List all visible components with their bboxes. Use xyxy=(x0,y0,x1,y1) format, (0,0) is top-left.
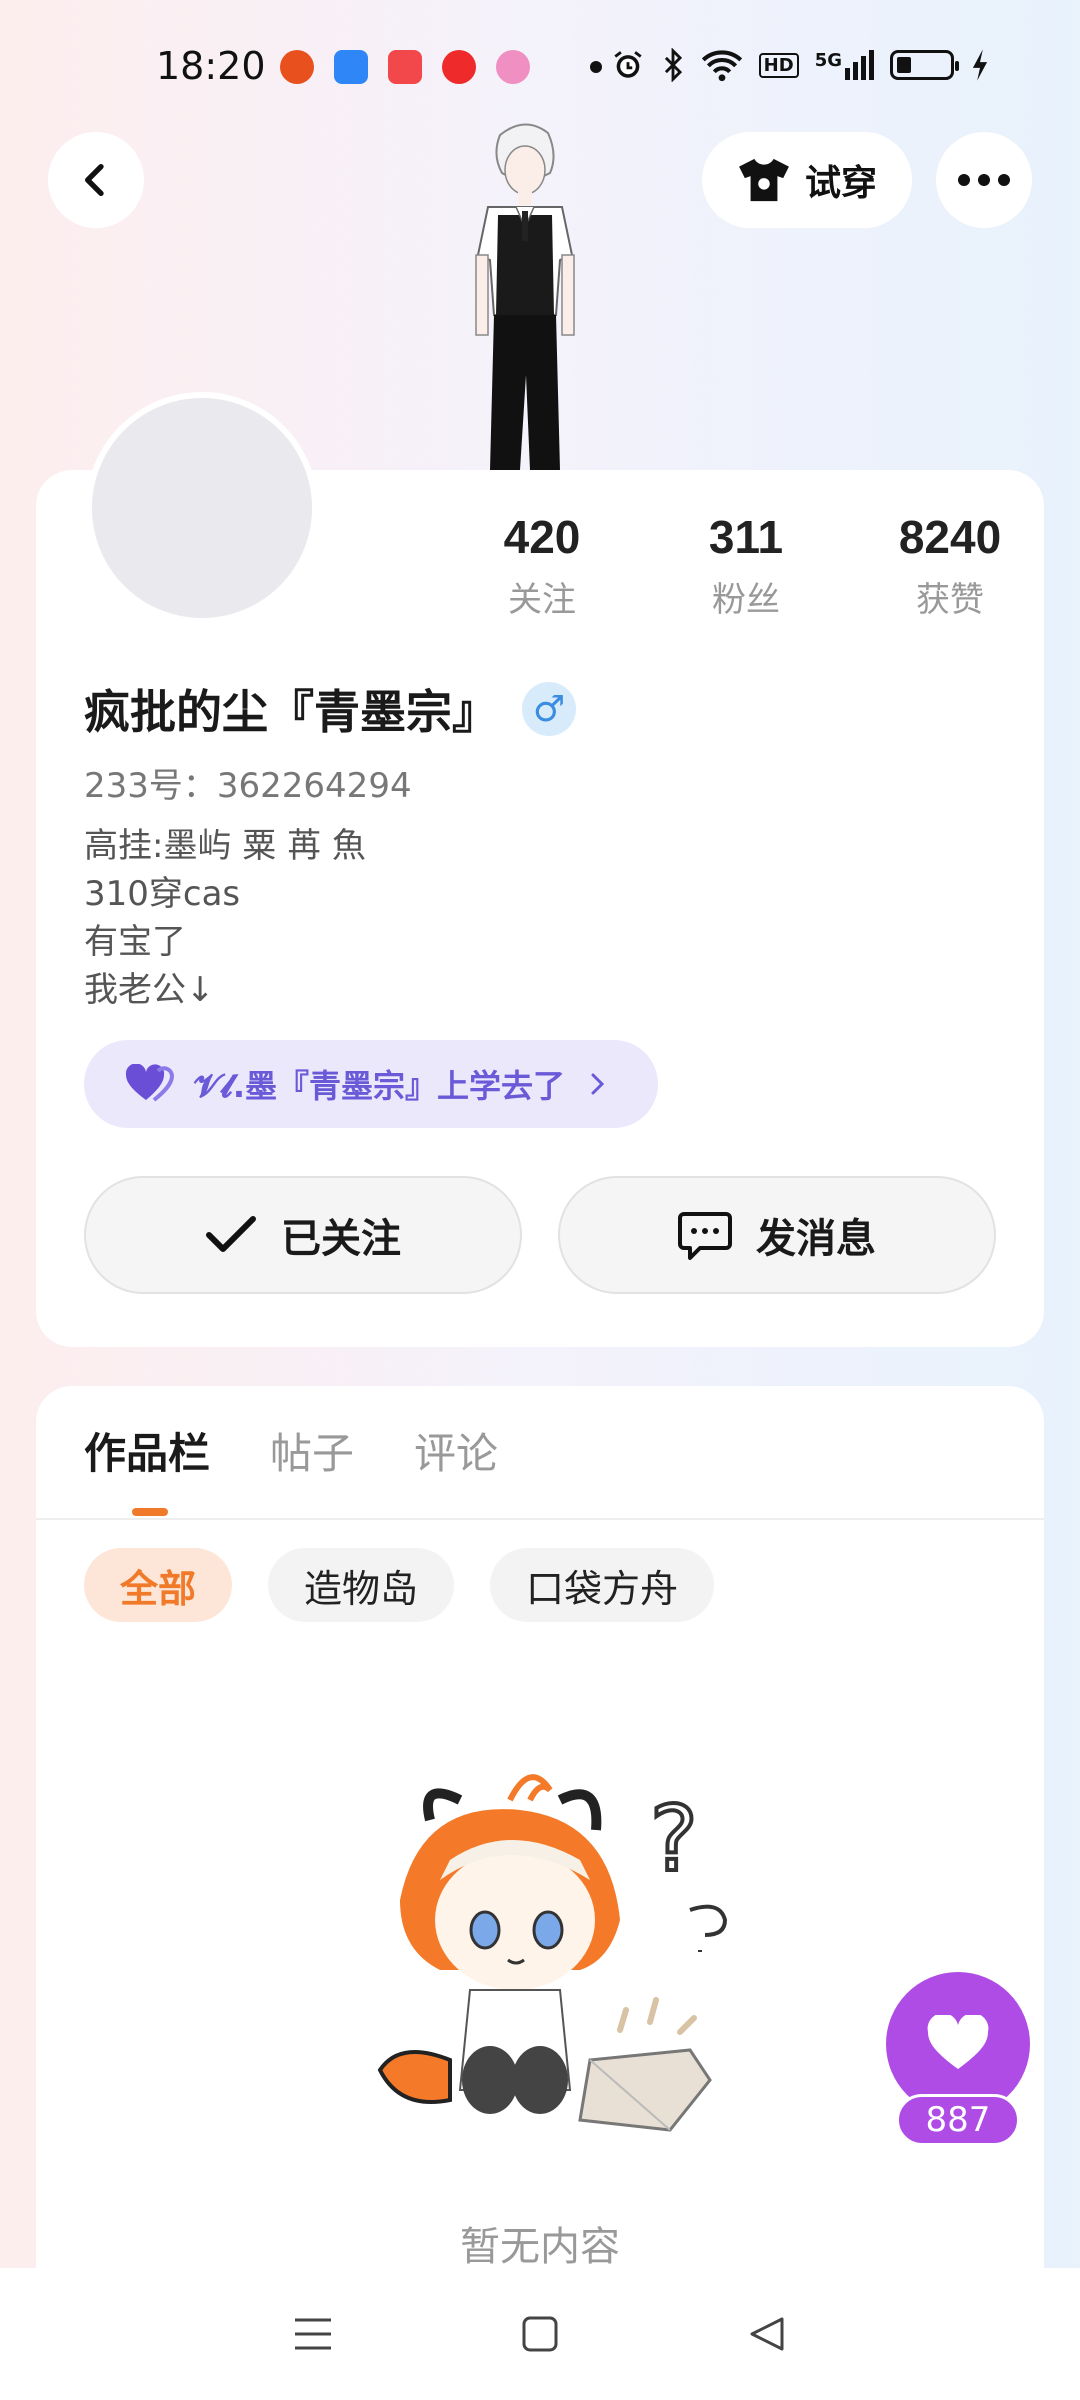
system-navigation-bar xyxy=(0,2268,1080,2400)
stat-followers[interactable]: 311 粉丝 xyxy=(644,510,848,621)
username-row: 疯批的尘『青墨宗』 ♂ xyxy=(84,676,576,742)
app-lark-icon xyxy=(334,50,368,84)
stat-followers-value: 311 xyxy=(708,511,784,563)
stat-likes-label: 获赞 xyxy=(916,580,984,620)
stat-following[interactable]: 420 关注 xyxy=(440,510,644,621)
back-triangle-icon xyxy=(750,2317,784,2351)
chat-bubble-icon xyxy=(678,1212,732,1260)
status-app-icons xyxy=(280,50,602,84)
more-dots-icon xyxy=(958,174,1010,186)
chip-pocket-ark[interactable]: 口袋方舟 xyxy=(490,1548,715,1622)
bio-line: 高挂:墨屿 粟 苒 魚 xyxy=(84,826,366,866)
message-label: 发消息 xyxy=(756,1216,876,1262)
bio-line: 我老公↓ xyxy=(84,970,215,1010)
wifi-icon xyxy=(701,50,742,82)
tab-comments[interactable]: 评论 xyxy=(414,1420,498,1481)
chevron-left-icon xyxy=(85,164,104,196)
try-on-label: 试穿 xyxy=(804,163,877,204)
send-message-button[interactable]: 发消息 xyxy=(558,1176,996,1294)
following-label: 已关注 xyxy=(281,1216,401,1262)
tab-works[interactable]: 作品栏 xyxy=(84,1420,210,1481)
home-square-icon xyxy=(522,2316,558,2352)
empty-state-text: 暂无内容 xyxy=(460,2224,620,2270)
double-heart-icon xyxy=(125,1064,174,1102)
chip-all[interactable]: 全部 xyxy=(84,1548,233,1622)
content-tabs: 作品栏 帖子 评论 xyxy=(84,1420,498,1481)
bluetooth-icon xyxy=(664,48,682,82)
bio-line: 310穿cas xyxy=(84,874,241,914)
tabs-divider xyxy=(36,1518,1044,1520)
5g-signal-icon: 5G xyxy=(815,50,874,80)
charging-icon xyxy=(972,49,988,81)
user-id[interactable]: 233号：362264294 xyxy=(84,758,412,807)
tshirt-icon xyxy=(739,158,789,202)
following-button[interactable]: 已关注 xyxy=(84,1176,522,1294)
hd-icon: HD xyxy=(758,52,799,78)
stat-following-value: 420 xyxy=(503,511,581,563)
menu-button[interactable] xyxy=(283,2304,343,2364)
chevron-right-icon xyxy=(591,1073,605,1095)
status-right-icons: HD 5G xyxy=(611,48,990,82)
relationship-text: 𝓥𝓵.墨『青墨宗』上学去了 xyxy=(194,1067,566,1105)
tab-posts[interactable]: 帖子 xyxy=(270,1420,354,1481)
status-time: 18:20 xyxy=(156,44,266,88)
home-button[interactable] xyxy=(510,2304,570,2364)
svg-text:?: ? xyxy=(650,1787,698,1892)
stat-likes-value: 8240 xyxy=(898,511,1002,563)
dot-icon xyxy=(590,61,602,73)
menu-icon xyxy=(295,2318,332,2350)
male-gender-icon: ♂ xyxy=(522,682,576,736)
avatar-figure[interactable] xyxy=(440,115,610,470)
filter-chips: 全部 造物岛 口袋方舟 xyxy=(84,1548,715,1622)
username: 疯批的尘『青墨宗』 xyxy=(84,685,498,739)
battery-icon xyxy=(890,50,959,80)
app-weibo-icon xyxy=(280,50,314,84)
heart-icon xyxy=(927,2015,989,2069)
stat-followers-label: 粉丝 xyxy=(712,580,780,620)
checkmark-icon xyxy=(206,1216,256,1252)
bio-line: 有宝了 xyxy=(84,922,186,962)
try-on-button[interactable]: 试穿 xyxy=(702,132,912,228)
app-kuaishou-icon xyxy=(388,50,422,84)
app-flower-icon xyxy=(496,50,530,84)
like-count: 887 xyxy=(896,2094,1020,2146)
app-video-icon xyxy=(442,50,476,84)
bio: 高挂:墨屿 粟 苒 魚 310穿cas 有宝了 我老公↓ xyxy=(84,822,366,1014)
chip-creation-island[interactable]: 造物岛 xyxy=(268,1548,455,1622)
back-nav-button[interactable] xyxy=(737,2304,797,2364)
more-options-button[interactable] xyxy=(936,132,1032,228)
empty-state-illustration: ? xyxy=(377,1774,728,2132)
stat-following-label: 关注 xyxy=(508,580,576,620)
avatar[interactable] xyxy=(86,392,318,624)
stat-likes[interactable]: 8240 获赞 xyxy=(848,510,1052,621)
alarm-icon xyxy=(614,51,642,78)
back-button[interactable] xyxy=(48,132,144,228)
profile-stats: 420 关注 311 粉丝 8240 获赞 xyxy=(440,510,1052,621)
active-tab-indicator xyxy=(132,1508,168,1516)
relationship-pill[interactable]: 𝓥𝓵.墨『青墨宗』上学去了 xyxy=(84,1040,658,1128)
